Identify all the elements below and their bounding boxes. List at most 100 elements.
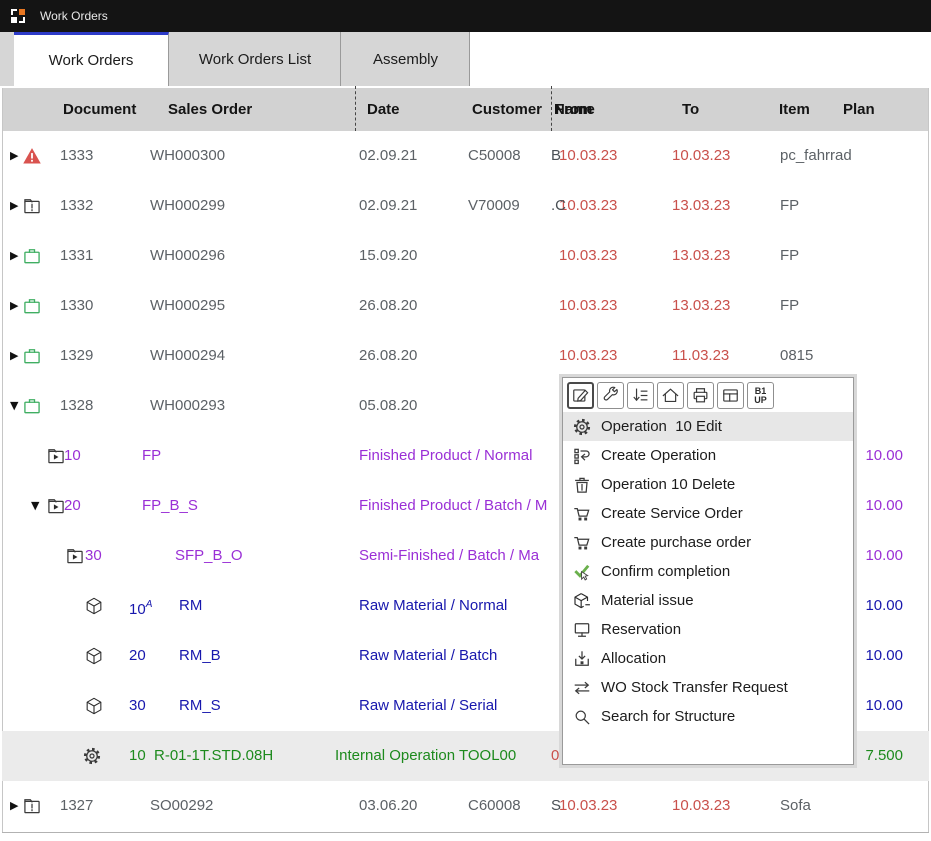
- col-customer[interactable]: Customer: [472, 88, 542, 131]
- toolbar-home-button[interactable]: [657, 382, 684, 409]
- menu-item-material-issue[interactable]: Material issue: [563, 586, 853, 615]
- menu-item-operation-10-delete[interactable]: Operation 10 Delete: [563, 470, 853, 499]
- toolbar-layout-button[interactable]: [717, 382, 744, 409]
- line-number: 10A: [129, 581, 152, 635]
- item-code: RM_B: [179, 631, 221, 681]
- toolbar-wrench-button[interactable]: [597, 382, 624, 409]
- document-number: 1330: [60, 281, 93, 331]
- menu-item-reservation[interactable]: Reservation: [563, 615, 853, 644]
- posting-date: 05.08.20: [359, 381, 417, 431]
- search-icon: [572, 707, 592, 727]
- item-name: FP: [780, 281, 799, 331]
- warning-icon: [22, 146, 42, 166]
- col-item[interactable]: Item: [779, 88, 810, 131]
- planned-quantity: 10.00: [865, 531, 903, 581]
- expand-arrow-icon[interactable]: ▶: [10, 131, 18, 181]
- posting-date: 26.08.20: [359, 331, 417, 381]
- cart-icon: [572, 504, 592, 524]
- toolbar-printer-button[interactable]: [687, 382, 714, 409]
- sales-order-number: WH000299: [150, 181, 225, 231]
- menu-item-label: Confirm completion: [601, 563, 730, 580]
- col-from[interactable]: From: [555, 88, 593, 131]
- line-number: 30: [129, 681, 146, 731]
- expand-arrow-icon[interactable]: ▶: [10, 281, 18, 331]
- sales-order-number: WH000296: [150, 231, 225, 281]
- line-number: 10: [64, 431, 81, 481]
- document-number: 1329: [60, 331, 93, 381]
- posting-date: 15.09.20: [359, 231, 417, 281]
- confirm-icon: [572, 562, 592, 582]
- menu-item-search-for-structure[interactable]: Search for Structure: [563, 702, 853, 731]
- transfer-icon: [572, 678, 592, 698]
- table-border: [2, 832, 929, 833]
- col-document[interactable]: Document: [63, 88, 136, 131]
- item-code: RM_S: [179, 681, 221, 731]
- from-date: 10.03.23: [559, 131, 617, 181]
- sales-order-number: WH000300: [150, 131, 225, 181]
- toolbar-b1up-button[interactable]: B1UP: [747, 382, 774, 409]
- expand-arrow-icon[interactable]: ▶: [10, 181, 18, 231]
- to-date: 10.03.23: [672, 131, 730, 181]
- expand-arrow-icon[interactable]: ▶: [10, 331, 18, 381]
- toolbar-sort-list-button[interactable]: [627, 382, 654, 409]
- posting-date: 03.06.20: [359, 781, 417, 831]
- to-date: 10.03.23: [672, 781, 730, 831]
- menu-item-create-purchase-order[interactable]: Create purchase order: [563, 528, 853, 557]
- col-plan[interactable]: Plan: [843, 88, 875, 131]
- sales-order-number: WH000294: [150, 331, 225, 381]
- material-issue-icon: [572, 591, 592, 611]
- table-row[interactable]: ▶1327SO0029203.06.20C60008S10.03.2310.03…: [2, 781, 929, 831]
- tab-work-orders[interactable]: Work Orders: [14, 32, 169, 86]
- col-sales-order[interactable]: Sales Order: [168, 88, 252, 131]
- collapse-arrow-icon[interactable]: ▼: [10, 381, 18, 431]
- planned-quantity: 10.00: [865, 431, 903, 481]
- menu-item-label: Create purchase order: [601, 534, 751, 551]
- case-icon: [22, 296, 42, 316]
- table-row[interactable]: ▶1332WH00029902.09.21V70009.C10.03.2313.…: [2, 181, 929, 231]
- work-orders-window: Work Orders Work Orders Work Orders List…: [0, 0, 931, 841]
- menu-item-allocation[interactable]: Allocation: [563, 644, 853, 673]
- item-name: pc_fahrrad: [780, 131, 852, 181]
- context-menu: B1UP Operation 10 EditCreate Operation Op…: [562, 377, 854, 765]
- menu-item-operation-10-edit[interactable]: Operation 10 Edit: [563, 412, 853, 441]
- collapse-arrow-icon[interactable]: ▼: [31, 481, 39, 531]
- folder-alert-icon: [22, 796, 42, 816]
- menu-item-confirm-completion[interactable]: Confirm completion: [563, 557, 853, 586]
- customer-name-partial: S: [551, 781, 561, 831]
- from-date: 10.03.23: [559, 281, 617, 331]
- line-description: Finished Product / Normal: [359, 431, 532, 481]
- menu-item-create-service-order[interactable]: Create Service Order: [563, 499, 853, 528]
- table-header: Document Sales Order Date Customer Name …: [2, 88, 929, 131]
- menu-item-label: Material issue: [601, 592, 694, 609]
- titlebar: Work Orders: [0, 0, 931, 32]
- line-description: Finished Product / Batch / M: [359, 481, 547, 531]
- toolbar-edit-square-button[interactable]: [567, 382, 594, 409]
- tab-work-orders-list[interactable]: Work Orders List: [170, 32, 341, 86]
- table-row[interactable]: ▶1329WH00029426.08.2010.03.2311.03.23081…: [2, 331, 929, 381]
- document-number: 1327: [60, 781, 93, 831]
- col-date[interactable]: Date: [367, 88, 400, 131]
- cube-icon: [84, 696, 104, 716]
- col-to[interactable]: To: [682, 88, 699, 131]
- posting-date: 02.09.21: [359, 181, 417, 231]
- table-row[interactable]: ▶1330WH00029526.08.2010.03.2313.03.23FP: [2, 281, 929, 331]
- cube-icon: [84, 596, 104, 616]
- gear-icon: [82, 746, 102, 766]
- menu-item-label: Search for Structure: [601, 708, 735, 725]
- menu-item-label: Operation 10 Delete: [601, 476, 735, 493]
- tab-assembly[interactable]: Assembly: [342, 32, 470, 86]
- create-operation-icon: [572, 446, 592, 466]
- item-code: FP: [142, 431, 161, 481]
- item-code: R-01-1T.STD.08H: [154, 731, 273, 781]
- menu-item-create-operation[interactable]: Create Operation: [563, 441, 853, 470]
- from-date: 0: [551, 731, 559, 781]
- menu-item-label: WO Stock Transfer Request: [601, 679, 788, 696]
- menu-item-wo-stock-transfer-request[interactable]: WO Stock Transfer Request: [563, 673, 853, 702]
- expand-arrow-icon[interactable]: ▶: [10, 781, 18, 831]
- item-name: Sofa: [780, 781, 811, 831]
- expand-arrow-icon[interactable]: ▶: [10, 231, 18, 281]
- table-row[interactable]: ▶1333WH00030002.09.21C50008B10.03.2310.0…: [2, 131, 929, 181]
- table-row[interactable]: ▶1331WH00029615.09.2010.03.2313.03.23FP: [2, 231, 929, 281]
- line-description: Semi-Finished / Batch / Ma: [359, 531, 539, 581]
- line-number: 30: [85, 531, 102, 581]
